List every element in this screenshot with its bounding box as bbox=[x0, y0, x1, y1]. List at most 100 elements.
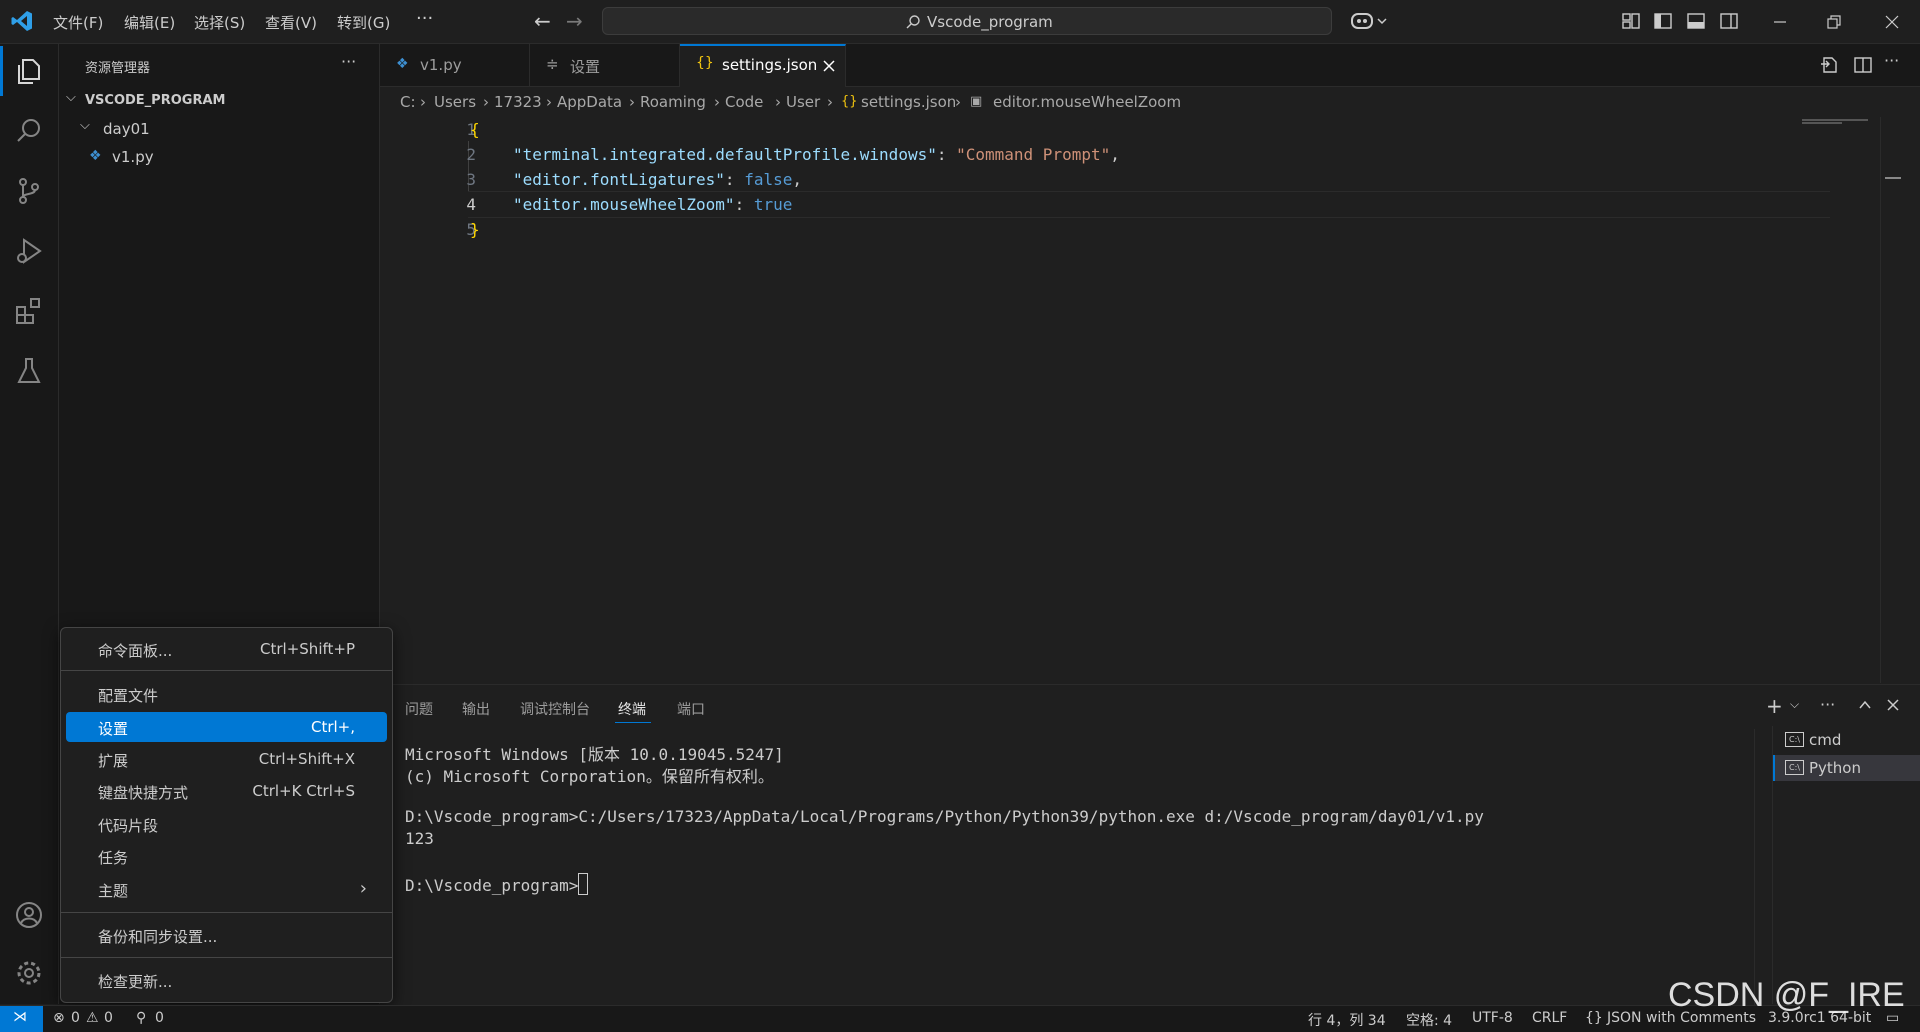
terminal-icon: C:\ bbox=[1785, 732, 1804, 747]
chevron-down-icon[interactable]: ⌵ bbox=[1790, 697, 1799, 712]
tab-settings-ui[interactable]: ≑ 设置 bbox=[530, 44, 680, 86]
customize-layout-icon[interactable] bbox=[1622, 12, 1640, 30]
code-line-1: { bbox=[470, 120, 480, 139]
copilot-icon[interactable] bbox=[1350, 10, 1388, 32]
menu-item-profiles[interactable]: 配置文件 bbox=[66, 679, 387, 709]
panel-tab-problems[interactable]: 问题 bbox=[405, 699, 433, 719]
sidebar-more-button[interactable]: ··· bbox=[341, 52, 356, 71]
toggle-panel-icon[interactable] bbox=[1687, 12, 1705, 30]
tab-settings-json[interactable]: {} settings.json bbox=[680, 44, 846, 87]
menu-item-backup-sync[interactable]: 备份和同步设置... bbox=[66, 920, 387, 950]
breadcrumb-item[interactable]: AppData bbox=[557, 93, 622, 111]
json-braces-icon: {} bbox=[841, 94, 858, 109]
restore-icon[interactable] bbox=[1826, 14, 1842, 30]
manage-gear-icon[interactable] bbox=[14, 958, 44, 988]
split-editor-icon[interactable] bbox=[1854, 56, 1872, 74]
close-tab-icon[interactable] bbox=[822, 59, 836, 73]
menu-item-keyboard-shortcuts[interactable]: 键盘快捷方式 Ctrl+K Ctrl+S bbox=[66, 776, 387, 806]
indentation[interactable]: 空格: 4 bbox=[1406, 1010, 1452, 1030]
menu-item-settings[interactable]: 设置 Ctrl+, bbox=[66, 712, 387, 742]
forward-arrow-icon[interactable]: → bbox=[566, 9, 583, 33]
tree-folder-day01[interactable]: ⌵ day01 bbox=[59, 118, 379, 142]
breadcrumb-item[interactable]: 17323 bbox=[494, 93, 542, 111]
run-debug-icon[interactable] bbox=[14, 236, 44, 266]
ports-count[interactable]: 0 bbox=[155, 1010, 164, 1026]
chevron-right-icon: › bbox=[775, 93, 781, 111]
end-of-line[interactable]: CRLF bbox=[1532, 1010, 1567, 1026]
tree-file-v1py[interactable]: ❖ v1.py bbox=[59, 146, 379, 170]
line-number: 3 bbox=[466, 170, 476, 189]
chevron-right-icon: › bbox=[420, 93, 426, 111]
breadcrumb-item[interactable]: Users bbox=[434, 93, 476, 111]
breadcrumb-item[interactable]: settings.json bbox=[861, 93, 956, 111]
code-line-2: "terminal.integrated.defaultProfile.wind… bbox=[513, 145, 1120, 164]
menu-view[interactable]: 查看(V) bbox=[265, 12, 317, 33]
terminal-scrollbar[interactable] bbox=[1754, 729, 1755, 1005]
menu-item-command-palette[interactable]: 命令面板... Ctrl+Shift+P bbox=[66, 634, 387, 664]
back-arrow-icon[interactable]: ← bbox=[534, 9, 551, 33]
menu-item-extensions[interactable]: 扩展 Ctrl+Shift+X bbox=[66, 744, 387, 774]
command-center-text: Vscode_program bbox=[927, 13, 1053, 31]
toggle-secondary-sidebar-icon[interactable] bbox=[1720, 12, 1738, 30]
encoding[interactable]: UTF-8 bbox=[1472, 1010, 1513, 1026]
open-settings-ui-icon[interactable] bbox=[1820, 56, 1838, 74]
menu-edit[interactable]: 编辑(E) bbox=[124, 12, 175, 33]
menu-selection[interactable]: 选择(S) bbox=[194, 12, 245, 33]
testing-icon[interactable] bbox=[14, 356, 44, 386]
breadcrumb-item[interactable]: User bbox=[786, 93, 820, 111]
terminal-tab-python[interactable]: C:\ Python bbox=[1773, 755, 1920, 781]
panel-tab-debug-console[interactable]: 调试控制台 bbox=[520, 699, 590, 719]
menu-item-check-updates[interactable]: 检查更新... bbox=[66, 965, 387, 995]
toggle-sidebar-icon[interactable] bbox=[1654, 12, 1672, 30]
chevron-down-icon: ⌵ bbox=[66, 90, 76, 105]
cursor-position[interactable]: 行 4，列 34 bbox=[1308, 1010, 1386, 1030]
menu-item-tasks[interactable]: 任务 bbox=[66, 841, 387, 871]
vscode-logo-icon[interactable] bbox=[10, 9, 34, 33]
error-count[interactable]: 0 bbox=[71, 1010, 80, 1026]
terminal-tab-cmd[interactable]: C:\ cmd bbox=[1773, 727, 1920, 753]
maximize-panel-chevron-up-icon[interactable] bbox=[1858, 698, 1872, 712]
accounts-icon[interactable] bbox=[14, 900, 44, 930]
tab-label: settings.json bbox=[722, 56, 818, 74]
editor-more-button[interactable]: ··· bbox=[1884, 51, 1899, 70]
panel-more-button[interactable]: ··· bbox=[1820, 695, 1835, 714]
tab-label: 设置 bbox=[570, 58, 601, 76]
file-label: v1.py bbox=[112, 148, 154, 166]
code-editor[interactable]: 1 2 3 4 5 { "terminal.integrated.default… bbox=[380, 117, 1902, 683]
breadcrumb-item[interactable]: C: bbox=[400, 93, 416, 111]
active-indicator bbox=[0, 46, 3, 96]
breadcrumb-item[interactable]: editor.mouseWheelZoom bbox=[993, 93, 1181, 111]
command-center-search[interactable]: Vscode_program bbox=[602, 7, 1332, 35]
explorer-icon[interactable] bbox=[14, 56, 44, 86]
menu-item-themes[interactable]: 主题 › bbox=[66, 874, 387, 904]
panel-tab-terminal[interactable]: 终端 bbox=[618, 699, 646, 719]
editor-scrollbar[interactable] bbox=[1880, 117, 1903, 683]
explorer-root-folder[interactable]: ⌵ VSCODE_PROGRAM bbox=[59, 90, 379, 114]
menu-item-snippets[interactable]: 代码片段 bbox=[66, 809, 387, 839]
terminal-icon: C:\ bbox=[1785, 760, 1804, 775]
breadcrumb-item[interactable]: Code bbox=[725, 93, 763, 111]
code-line-4: "editor.mouseWheelZoom": true bbox=[513, 195, 793, 214]
manage-context-menu: 命令面板... Ctrl+Shift+P 配置文件 设置 Ctrl+, 扩展 Ctrl… bbox=[60, 627, 393, 1003]
menu-go[interactable]: 转到(G) bbox=[337, 12, 390, 33]
minimize-icon[interactable] bbox=[1772, 14, 1788, 30]
tab-v1py[interactable]: ❖ v1.py bbox=[380, 44, 530, 86]
menu-more-button[interactable]: ··· bbox=[416, 8, 433, 29]
source-control-icon[interactable] bbox=[14, 176, 44, 206]
breadcrumb-item[interactable]: Roaming bbox=[640, 93, 706, 111]
line-number: 2 bbox=[466, 145, 476, 164]
active-tab-underline bbox=[615, 722, 651, 723]
breadcrumb: C: › Users › 17323 › AppData › Roaming ›… bbox=[380, 87, 1920, 117]
panel-tab-ports[interactable]: 端口 bbox=[677, 699, 705, 719]
new-terminal-plus-icon[interactable]: + bbox=[1766, 694, 1783, 718]
close-panel-icon[interactable] bbox=[1886, 698, 1900, 712]
menu-file[interactable]: 文件(F) bbox=[53, 12, 103, 33]
minimap[interactable] bbox=[1794, 117, 1874, 127]
close-window-icon[interactable] bbox=[1884, 14, 1900, 30]
warning-count[interactable]: 0 bbox=[104, 1010, 113, 1026]
search-activity-icon[interactable] bbox=[14, 116, 44, 146]
panel-tab-output[interactable]: 输出 bbox=[462, 699, 490, 719]
extensions-icon[interactable] bbox=[14, 296, 44, 326]
terminal-prompt[interactable]: D:\Vscode_program> bbox=[405, 873, 589, 895]
remote-indicator[interactable]: ⋊ bbox=[0, 1006, 43, 1032]
